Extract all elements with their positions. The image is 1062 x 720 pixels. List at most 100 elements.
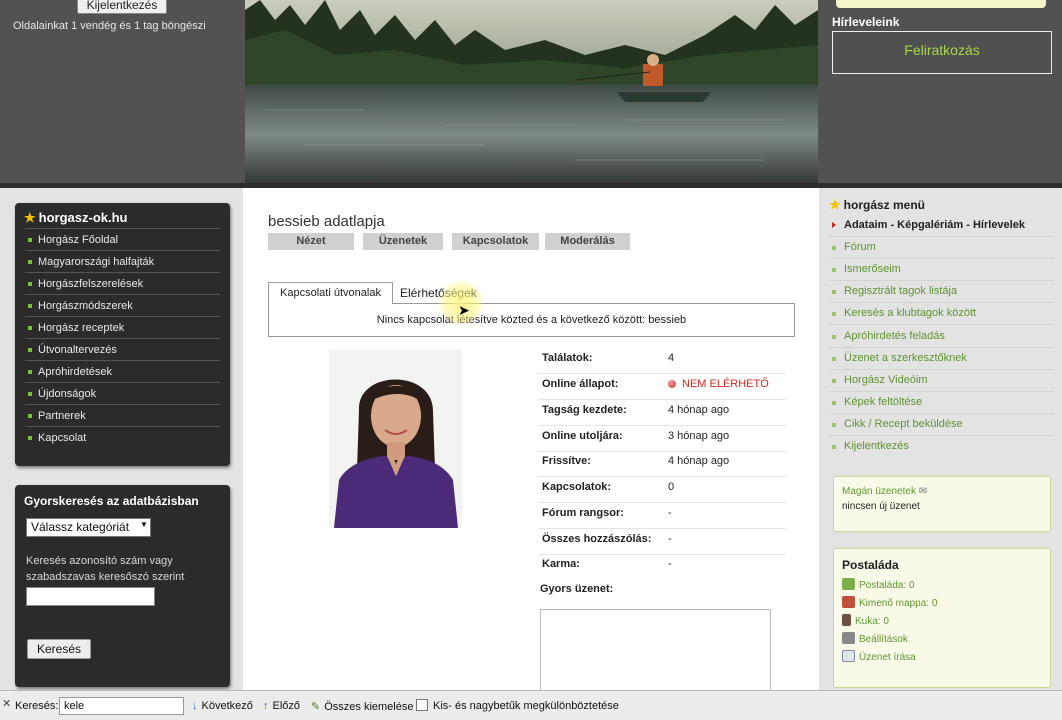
quick-message-label: Gyors üzenet:: [540, 583, 614, 595]
close-icon[interactable]: ✕: [2, 697, 11, 710]
newsletter-title: Hírleveleink: [832, 15, 900, 29]
right-menu-item-message-editors[interactable]: Üzenet a szerkesztőknek: [830, 348, 1055, 370]
mailbox-inbox-link[interactable]: Postaláda: 0: [842, 578, 915, 594]
quick-search-button[interactable]: Keresés: [27, 639, 91, 659]
right-menu-item-post-ad[interactable]: Apróhirdetés feladás: [830, 326, 1055, 348]
site-menu-title: ★ horgasz-ok.hu: [24, 210, 128, 226]
stat-row-member-since: Tagság kezdete: 4 hónap ago: [538, 400, 786, 426]
private-messages-text[interactable]: Magán üzenetek: [842, 486, 916, 497]
stat-value: -: [668, 533, 672, 545]
logout-button[interactable]: Kijelentkezés: [77, 0, 167, 14]
mailbox-outbox-text[interactable]: Kimenő mappa: 0: [859, 598, 937, 609]
right-menu-item-my-data[interactable]: Adataim - Képgalériám - Hírlevelek: [830, 215, 1055, 237]
stat-value: 4 hónap ago: [668, 455, 730, 467]
mailbox-inbox-text[interactable]: Postaláda: 0: [859, 580, 915, 591]
left-menu-item-ujdonsagok[interactable]: Újdonságok: [25, 382, 220, 404]
mailbox-settings-link[interactable]: Beállítások: [842, 632, 908, 648]
stat-label: Online utoljára:: [542, 430, 623, 442]
stat-label: Kapcsolatok:: [542, 481, 612, 493]
member-menu-title-text: horgász menü: [843, 198, 926, 212]
star-icon: ★: [829, 197, 841, 212]
mailbox-compose-text[interactable]: Üzenet írása: [859, 652, 916, 663]
stat-row-online-status: Online állapot: NEM ELÉRHETŐ: [538, 374, 786, 400]
avatar: [329, 350, 462, 528]
envelope-icon: ✉: [918, 486, 928, 497]
stat-row-total-posts: Összes hozzászólás: -: [538, 529, 786, 555]
right-menu-item-forum[interactable]: Fórum: [830, 237, 1055, 259]
left-menu-item-kapcsolat[interactable]: Kapcsolat: [25, 426, 220, 448]
tab-moderation[interactable]: Moderálás: [545, 233, 630, 250]
stat-value: 3 hónap ago: [668, 430, 730, 442]
compose-icon: [842, 650, 855, 662]
right-menu-item-member-search[interactable]: Keresés a klubtagok között: [830, 303, 1055, 325]
stat-label: Találatok:: [542, 352, 593, 364]
quick-search-help: Keresés azonosító szám vagy szabadszavas…: [26, 555, 185, 583]
arrow-down-icon: ↓: [192, 700, 198, 712]
stat-row-updated: Frissítve: 4 hónap ago: [538, 451, 786, 477]
category-select[interactable]: Válassz kategóriát: [26, 518, 151, 537]
left-menu-item-fooldal[interactable]: Horgász Főoldal: [25, 228, 220, 250]
find-prev-text[interactable]: Előző: [273, 700, 301, 712]
stat-row-karma: Karma: -: [538, 554, 786, 580]
match-case-checkbox[interactable]: [416, 699, 428, 711]
left-menu-item-receptek[interactable]: Horgász receptek: [25, 316, 220, 338]
quick-search-title: Gyorskeresés az adatbázisban: [24, 494, 199, 508]
left-menu-item-felszerelesek[interactable]: Horgászfelszerelések: [25, 272, 220, 294]
mailbox-outbox-link[interactable]: Kimenő mappa: 0: [842, 596, 937, 612]
left-menu-item-halfajtak[interactable]: Magyarországi halfajták: [25, 250, 220, 272]
member-menu-title: ★ horgász menü: [829, 197, 925, 213]
mailbox-trash-link[interactable]: Kuka: 0: [842, 614, 889, 630]
quick-message-textarea[interactable]: [540, 609, 771, 691]
find-next-text[interactable]: Következő: [202, 700, 253, 712]
right-menu-item-videos[interactable]: Horgász Videóim: [830, 370, 1055, 392]
stat-label: Karma:: [542, 558, 580, 570]
stat-value: -: [668, 507, 672, 519]
newsletter-top-strip: [836, 0, 1046, 8]
stat-label: Tagság kezdete:: [542, 404, 627, 416]
right-menu-item-logout[interactable]: Kijelentkezés: [830, 436, 1055, 458]
highlight-all-button[interactable]: ✎ Összes kiemelése: [311, 700, 413, 713]
quick-search-input[interactable]: [26, 587, 155, 606]
connection-message: Nincs kapcsolat létesítve közted és a kö…: [376, 314, 687, 326]
offline-status-icon: [668, 380, 676, 388]
dropdown-arrow-icon[interactable]: ▼: [140, 520, 148, 529]
stat-label: Online állapot:: [542, 378, 619, 390]
find-prev-button[interactable]: ↑ Előző: [263, 700, 300, 712]
left-menu-item-aprohirdetesek[interactable]: Apróhirdetések: [25, 360, 220, 382]
stat-value: 4 hónap ago: [668, 404, 730, 416]
stat-row-last-online: Online utoljára: 3 hónap ago: [538, 426, 786, 452]
profile-title: bessieb adatlapja: [268, 213, 385, 230]
newsletter-subscribe-link[interactable]: Feliratkozás: [832, 42, 1052, 58]
mailbox-title: Postaláda: [842, 558, 899, 572]
inbox-icon: [842, 578, 855, 590]
highlighter-icon: ✎: [311, 701, 321, 713]
mouse-cursor-icon: ➤: [458, 302, 470, 318]
private-messages-link[interactable]: Magán üzenetek ✉: [842, 486, 927, 497]
match-case-label[interactable]: Kis- és nagybetűk megkülönböztetése: [433, 700, 619, 712]
left-menu-item-partnerek[interactable]: Partnerek: [25, 404, 220, 426]
tools-icon: [842, 632, 855, 644]
stat-row-hits: Találatok: 4: [538, 348, 786, 374]
find-input[interactable]: kele: [59, 697, 184, 715]
right-menu-item-members-list[interactable]: Regisztrált tagok listája: [830, 281, 1055, 303]
site-menu-title-text: horgasz-ok.hu: [38, 210, 128, 225]
left-menu-item-utvonaltervezes[interactable]: Útvonaltervezés: [25, 338, 220, 360]
trash-icon: [842, 614, 851, 626]
private-messages-status: nincsen új üzenet: [842, 501, 920, 512]
tab-messages[interactable]: Üzenetek: [363, 233, 443, 250]
tab-connections[interactable]: Kapcsolatok: [452, 233, 539, 250]
mailbox-trash-text[interactable]: Kuka: 0: [855, 616, 889, 627]
mailbox-settings-text[interactable]: Beállítások: [859, 634, 908, 645]
highlight-all-text[interactable]: Összes kiemelése: [324, 701, 413, 713]
stat-value: 4: [668, 352, 675, 364]
visitors-counter: Oldalainkat 1 vendég és 1 tag böngészi: [13, 20, 206, 32]
tab-view[interactable]: Nézet: [268, 233, 354, 250]
left-menu-item-modszerek[interactable]: Horgászmódszerek: [25, 294, 220, 316]
stat-value-status: NEM ELÉRHETŐ: [668, 378, 769, 390]
right-menu-item-submit-article[interactable]: Cikk / Recept beküldése: [830, 414, 1055, 436]
mailbox-compose-link[interactable]: Üzenet írása: [842, 650, 916, 666]
find-next-button[interactable]: ↓ Következő: [192, 700, 253, 712]
right-menu-item-upload-images[interactable]: Képek feltöltése: [830, 392, 1055, 414]
right-menu-item-friends[interactable]: Ismerőseim: [830, 259, 1055, 281]
tab-connection-paths[interactable]: Kapcsolati útvonalak: [268, 282, 393, 304]
